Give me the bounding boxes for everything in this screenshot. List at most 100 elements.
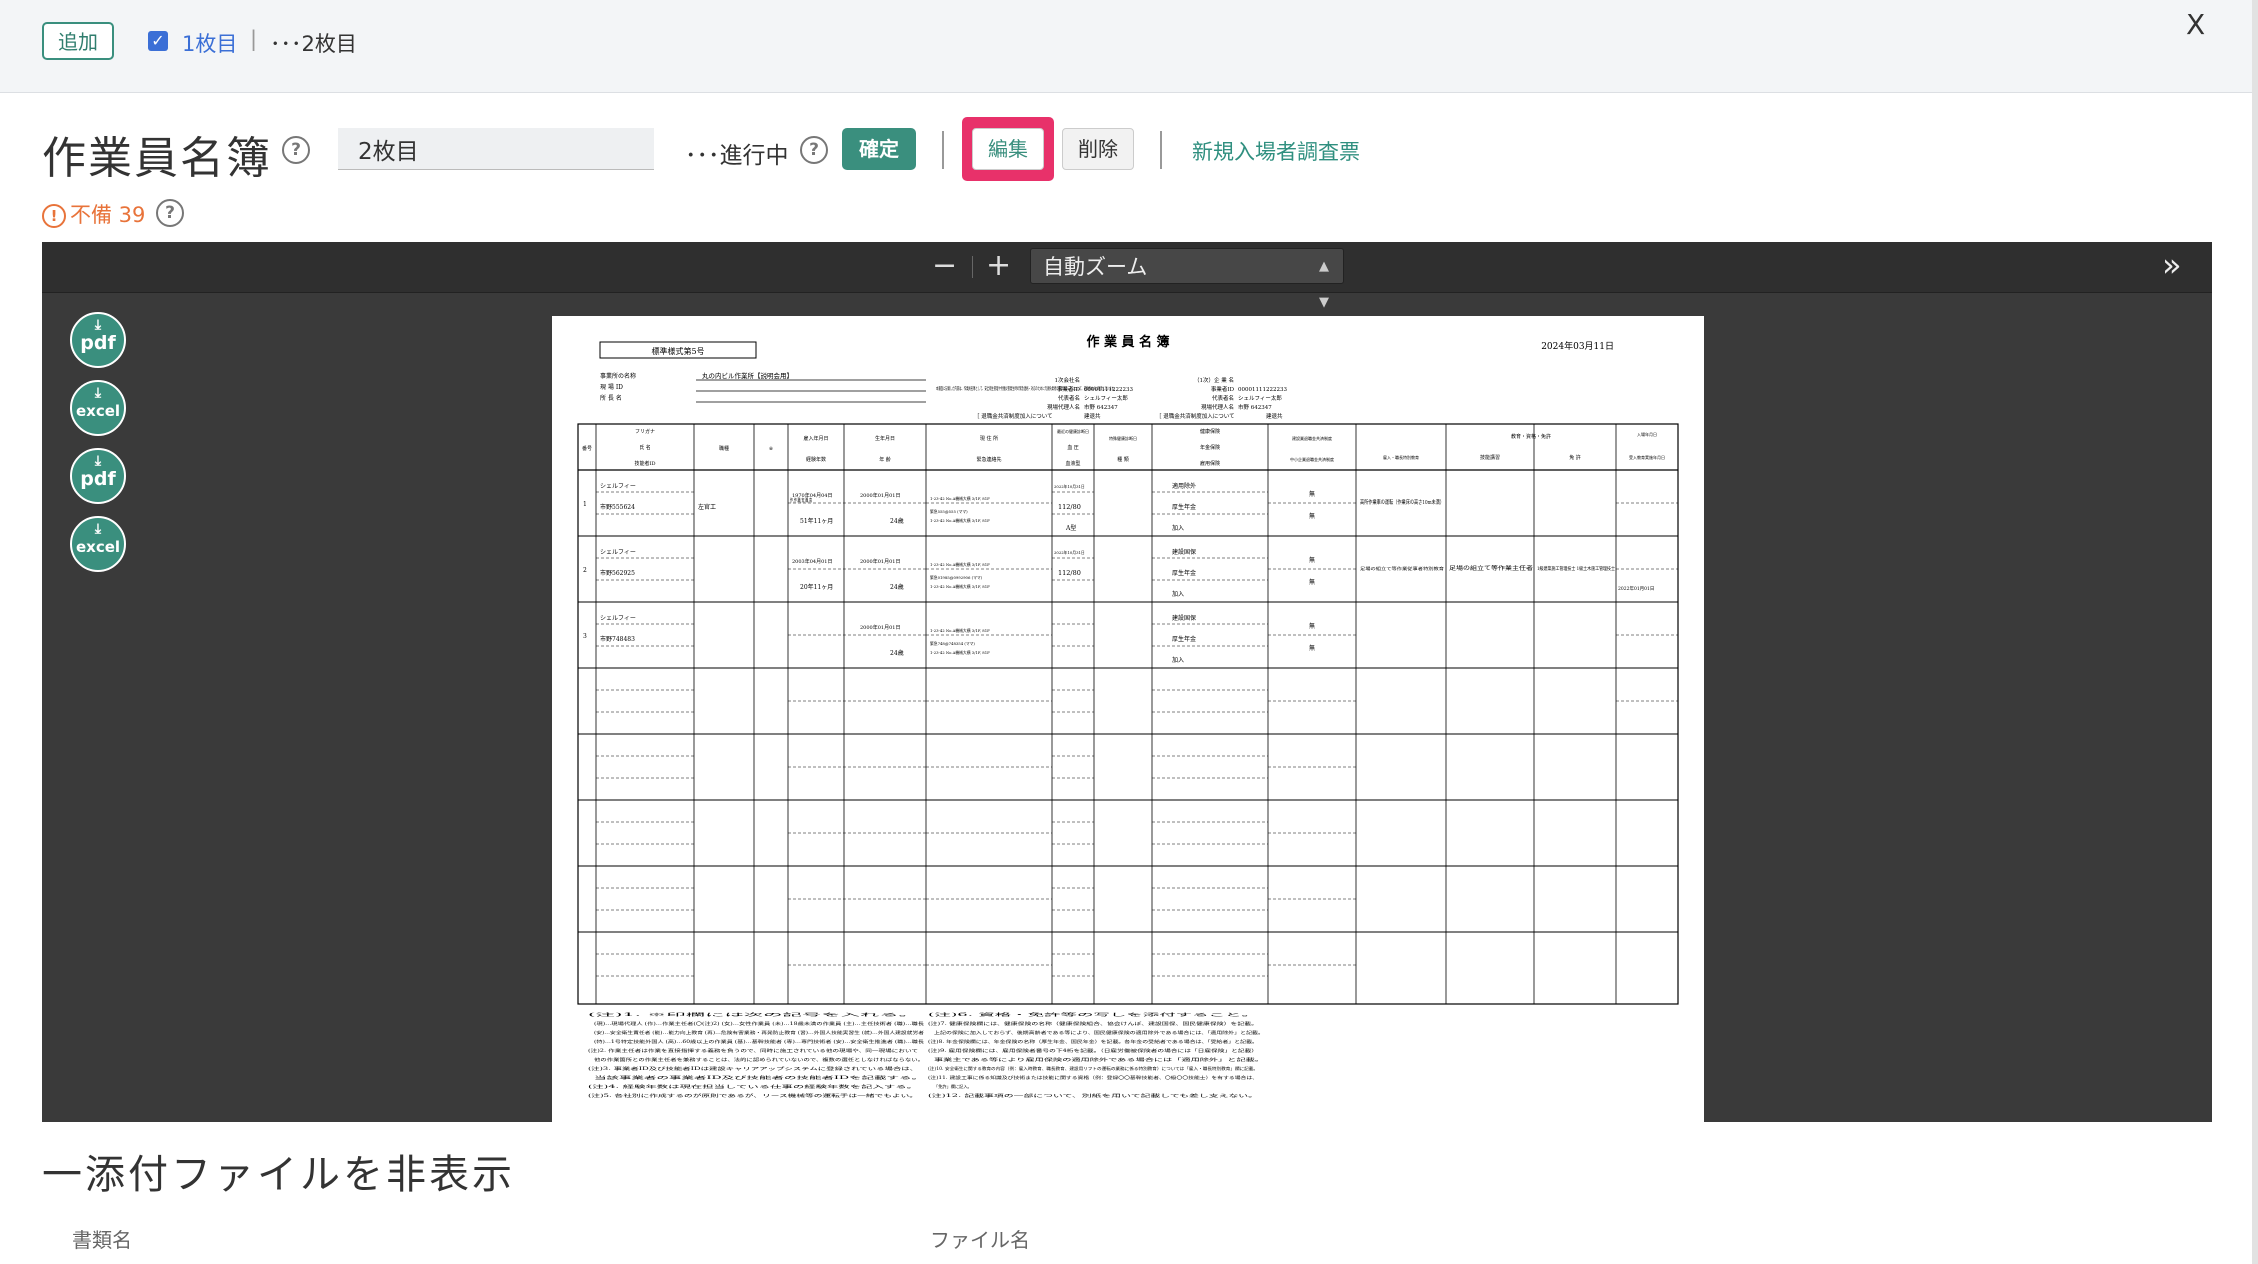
- col-header: 雇入・職長特別教育: [1383, 454, 1419, 460]
- health-check-date: 2022年10月31日: [1054, 484, 1085, 489]
- employment-insurance: 加入: [1172, 524, 1184, 532]
- retirement-fund: 無: [1309, 622, 1315, 630]
- page1-tab[interactable]: 1枚目: [182, 28, 237, 58]
- pdf-download-icon: pdf: [80, 332, 116, 354]
- entry-date: 2022年01月01日: [1618, 585, 1654, 592]
- footnote: (現)…現場代理人 (作)…作業主任者(〇(注)2) (女)…女性作業員 (未)…: [594, 1020, 925, 1027]
- column-header-file-name: ファイル名: [930, 1228, 1030, 1252]
- footnote: 当該事業者の事業者ID及び技能者の技能者IDを記載する。: [594, 1074, 924, 1081]
- col-header: 技能講習: [1480, 454, 1500, 461]
- emergency-contact: 緊急01985@0992906 (ママ): [930, 575, 983, 580]
- office-label: 事業所の名称: [600, 372, 636, 380]
- birth-date: 2000年01月01日: [860, 624, 900, 631]
- birth-date: 2000年01月01日: [860, 558, 900, 565]
- pension-insurance: 厚生年金: [1172, 503, 1196, 511]
- footnote: (注)2. 作業主任者は作業を直接指揮する義務を負うので、同時に施工されている他…: [588, 1047, 918, 1054]
- toggle-attachments-button[interactable]: 一添付ファイルを非表示: [42, 1142, 515, 1200]
- smb-retirement-fund: 無: [1309, 512, 1315, 520]
- col-header: 建設業退職金共済制度: [1292, 435, 1332, 441]
- pdf-download-button[interactable]: ⤓ pdf: [70, 448, 126, 504]
- edit-button[interactable]: 編集: [972, 128, 1044, 170]
- download-icon: ⤓: [94, 317, 102, 333]
- add-button[interactable]: 追加: [42, 22, 114, 60]
- primary-pension-label: ［ 退職金共済制度加入について: [974, 412, 1053, 420]
- worker-id: 市野562925: [600, 569, 635, 577]
- zoom-out-button[interactable]: −: [932, 248, 957, 283]
- status-help-icon[interactable]: ?: [800, 136, 828, 164]
- office-value: 丸の内ビル作業所【説明会用】: [702, 371, 793, 380]
- col-header: フリガナ: [635, 428, 655, 435]
- footnote: (注)3. 事業者ID及び技能者IDは建設キャリアアップシステムに登録されている…: [588, 1065, 918, 1072]
- retirement-fund: 無: [1309, 490, 1315, 498]
- emergency-contact: 緊急555@555 (ママ): [930, 509, 968, 514]
- excel-download-button[interactable]: ⤓ excel: [70, 516, 126, 572]
- footnote: (注)10. 安全衛生に関する教育の内容（例：雇入時教育、職長教育、建設用リフト…: [928, 1065, 1258, 1072]
- zoom-select[interactable]: 自動ズーム ▲ ▼: [1030, 248, 1344, 310]
- scrollbar[interactable]: [2252, 0, 2258, 1264]
- pension-insurance: 厚生年金: [1172, 569, 1196, 577]
- col-header: 健康保険: [1200, 428, 1220, 435]
- age: 24歳: [890, 649, 904, 657]
- footnote: 他の作業箇所との作業主任者を兼務することは、法的に認められていないので、複数の選…: [594, 1056, 924, 1063]
- zoom-in-button[interactable]: +: [986, 248, 1011, 283]
- smb-retirement-fund: 無: [1309, 578, 1315, 586]
- sidebar-toggle-button[interactable]: »: [2162, 246, 2182, 284]
- col-header: 教育・資格・免許: [1511, 433, 1551, 440]
- worker-kana: シェルフィー: [600, 549, 636, 556]
- footnote: (注)8. 年金保険欄には、年金保険の名称（厚生年金、国民年金）を記載。各年金の…: [928, 1038, 1258, 1045]
- pdf-download-icon: pdf: [80, 468, 116, 490]
- col-header: ※: [769, 446, 773, 452]
- new-entrant-survey-link[interactable]: 新規入場者調査票: [1192, 136, 1360, 166]
- col-header: 職種: [719, 445, 729, 452]
- footnote: (注)12. 記載事項の一部について、別紙を用いて記載しても差し支えない。: [928, 1092, 1258, 1099]
- pdf-download-button[interactable]: ⤓ pdf: [70, 312, 126, 368]
- col-header: 番号: [582, 445, 592, 452]
- excel-download-button[interactable]: ⤓ excel: [70, 380, 126, 436]
- employment-insurance: 加入: [1172, 590, 1184, 598]
- page1-checkbox[interactable]: ✓: [148, 31, 168, 51]
- secondary-head-label: （1次）企 業 名: [1194, 376, 1234, 384]
- warning-help-icon[interactable]: ?: [156, 199, 184, 227]
- download-icon: ⤓: [94, 453, 102, 469]
- footnote: (注)11. 建設工事に係る知識及び技術または技能に関する資格（例：登録〇〇基幹…: [928, 1074, 1258, 1081]
- table-row: 2 シェルフィー 市野562925 2003年04月01日 20年11ヶ月 20…: [583, 548, 1654, 598]
- excel-download-icon: excel: [75, 402, 121, 420]
- address: 1-23-42 No.A機械大横 3/1F, 81F: [930, 496, 990, 501]
- row-number: 1: [583, 501, 587, 508]
- primary-id-label: 事業者ID: [1057, 385, 1081, 393]
- help-icon[interactable]: ?: [282, 136, 310, 164]
- footnote: (安)…安全衛生責任者 (能)…能力向上教育 (再)…危険有害業務・再発防止教育…: [594, 1029, 924, 1036]
- secondary-agent-value: 市野 642347: [1238, 403, 1272, 411]
- secondary-rep-label: 代表者名: [1212, 394, 1234, 402]
- footnotes-right: (注)6. 資格・免許等の写しを添付すること。 (注)7. 健康保険欄には、健康…: [928, 1011, 1264, 1099]
- health-insurance: 建設国保: [1172, 614, 1196, 622]
- manager-label: 所 長 名: [600, 394, 622, 402]
- footnote: (注)1. ※印欄には次の記号を入れる。: [588, 1011, 918, 1018]
- download-icon: ⤓: [94, 385, 102, 401]
- primary-rep-label: 代表者名: [1058, 394, 1080, 402]
- secondary-pension-value: 建退共: [1266, 412, 1283, 420]
- delete-button[interactable]: 削除: [1062, 128, 1134, 170]
- col-header: 入場年月日: [1637, 431, 1657, 437]
- job-type: 左官工: [698, 503, 716, 511]
- viewer-toolbar: − + 自動ズーム ▲ ▼ »: [42, 242, 2212, 310]
- site-label: 現 場 ID: [600, 383, 623, 391]
- sheet-name-input[interactable]: [338, 128, 654, 170]
- confirm-button[interactable]: 確定: [842, 128, 916, 170]
- document-title: 作 業 員 名 簿: [1086, 334, 1169, 350]
- deficiency-warning[interactable]: ! 不備 39: [42, 199, 145, 229]
- table-row: 1 シェルフィー 市野555624 左官工 作,作,職,安,職,高 1970年0…: [583, 482, 1444, 532]
- divider: [1160, 131, 1162, 169]
- col-header: 種 類: [1117, 456, 1129, 463]
- col-header: 年 齢: [879, 456, 891, 463]
- excel-download-icon: excel: [75, 538, 121, 556]
- footnote: (注)7. 健康保険欄には、健康保険の名称（健康保険組合、協会けんぽ、建設国保、…: [928, 1020, 1258, 1027]
- pdf-viewer: − + 自動ズーム ▲ ▼ » ⤓ pdf ⤓ excel ⤓ pdf ⤓ exc…: [42, 242, 2212, 1122]
- emergency-address: 1-23-42 No.A機械大横 3/1F, 81F: [930, 518, 990, 523]
- close-button[interactable]: X: [2186, 8, 2205, 41]
- col-header: 年金保険: [1200, 444, 1220, 451]
- row-number: 3: [583, 633, 587, 640]
- experience-years: 20年11ヶ月: [800, 583, 833, 591]
- page2-tab[interactable]: ･･･2枚目: [270, 28, 357, 58]
- footnotes-left: (注)1. ※印欄には次の記号を入れる。 (現)…現場代理人 (作)…作業主任者…: [588, 1011, 925, 1099]
